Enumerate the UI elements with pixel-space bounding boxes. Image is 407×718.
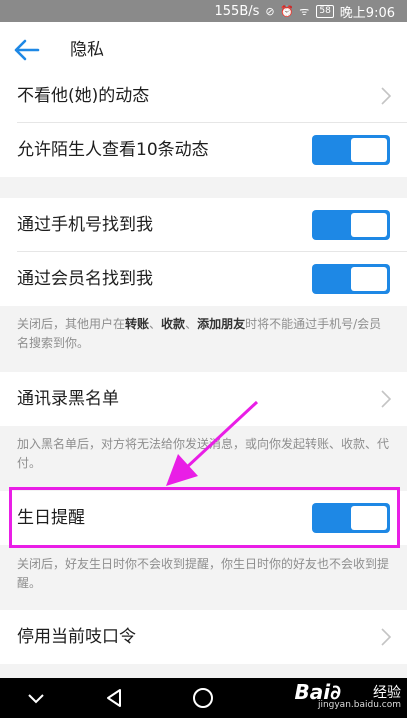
- find-note-text: 关闭后，其他用户在: [17, 317, 126, 331]
- row-find-by-phone-label: 通过手机号找到我: [17, 215, 153, 235]
- row-hide-feed-label: 不看他(她)的动态: [17, 86, 150, 106]
- home-circle-icon[interactable]: [191, 686, 215, 710]
- highlight-box: [9, 487, 400, 548]
- row-find-by-phone: 通过手机号找到我: [0, 198, 407, 252]
- clock: 晚上9:06: [339, 5, 395, 21]
- birthday-note: 关闭后，好友生日时你不会收到提醒，你生日时你的好友也不会收到提醒。: [17, 557, 390, 590]
- stranger-view-toggle[interactable]: [312, 135, 390, 165]
- row-blacklist-label: 通讯录黑名单: [17, 389, 119, 409]
- row-hide-feed[interactable]: 不看他(她)的动态: [0, 69, 407, 123]
- row-password[interactable]: 停用当前吱口令: [0, 610, 407, 664]
- find-note-sep: 、: [185, 317, 198, 331]
- toggle-knob: [351, 213, 387, 237]
- back-arrow-icon[interactable]: [12, 36, 42, 64]
- chevron-down-icon[interactable]: [24, 686, 48, 710]
- find-by-member-toggle[interactable]: [312, 264, 390, 294]
- find-note-add-friend: 添加朋友: [197, 317, 246, 331]
- find-note-sep: 、: [149, 317, 162, 331]
- android-nav-bar: Bai∂ 经验 jingyan.baidu.com: [0, 678, 407, 718]
- find-note-transfer: 转账: [125, 317, 150, 331]
- toggle-knob: [351, 138, 387, 162]
- find-note-receive: 收款: [161, 317, 186, 331]
- find-note: 关闭后，其他用户在转账、收款、添加朋友时将不能通过手机号/会员名搜索到你。: [0, 315, 407, 353]
- watermark-brand: 经验: [373, 685, 401, 701]
- chevron-right-icon: [381, 390, 391, 408]
- status-bar: 155B/s ⊘ ⏰ ᯤ 58 晚上9:06: [0, 0, 407, 22]
- row-find-by-member: 通过会员名找到我: [0, 252, 407, 306]
- back-triangle-icon[interactable]: [102, 686, 126, 710]
- chevron-right-icon: [381, 87, 391, 105]
- network-speed: 155B/s: [214, 3, 260, 19]
- chevron-right-icon: [381, 628, 391, 646]
- row-blacklist[interactable]: 通讯录黑名单: [0, 372, 407, 426]
- blacklist-note: 加入黑名单后，对方将无法给你发送消息，或向你发起转账、收款、代付。: [17, 437, 390, 470]
- watermark-url: jingyan.baidu.com: [317, 700, 401, 710]
- row-stranger-view-label: 允许陌生人查看10条动态: [17, 140, 209, 160]
- status-icons: ⊘ ⏰ ᯤ: [265, 4, 311, 18]
- find-by-phone-toggle[interactable]: [312, 210, 390, 240]
- toggle-knob: [351, 267, 387, 291]
- row-find-by-member-label: 通过会员名找到我: [17, 269, 153, 289]
- row-password-label: 停用当前吱口令: [17, 627, 136, 647]
- row-stranger-view: 允许陌生人查看10条动态: [0, 123, 407, 177]
- battery-icon: 58: [316, 4, 334, 18]
